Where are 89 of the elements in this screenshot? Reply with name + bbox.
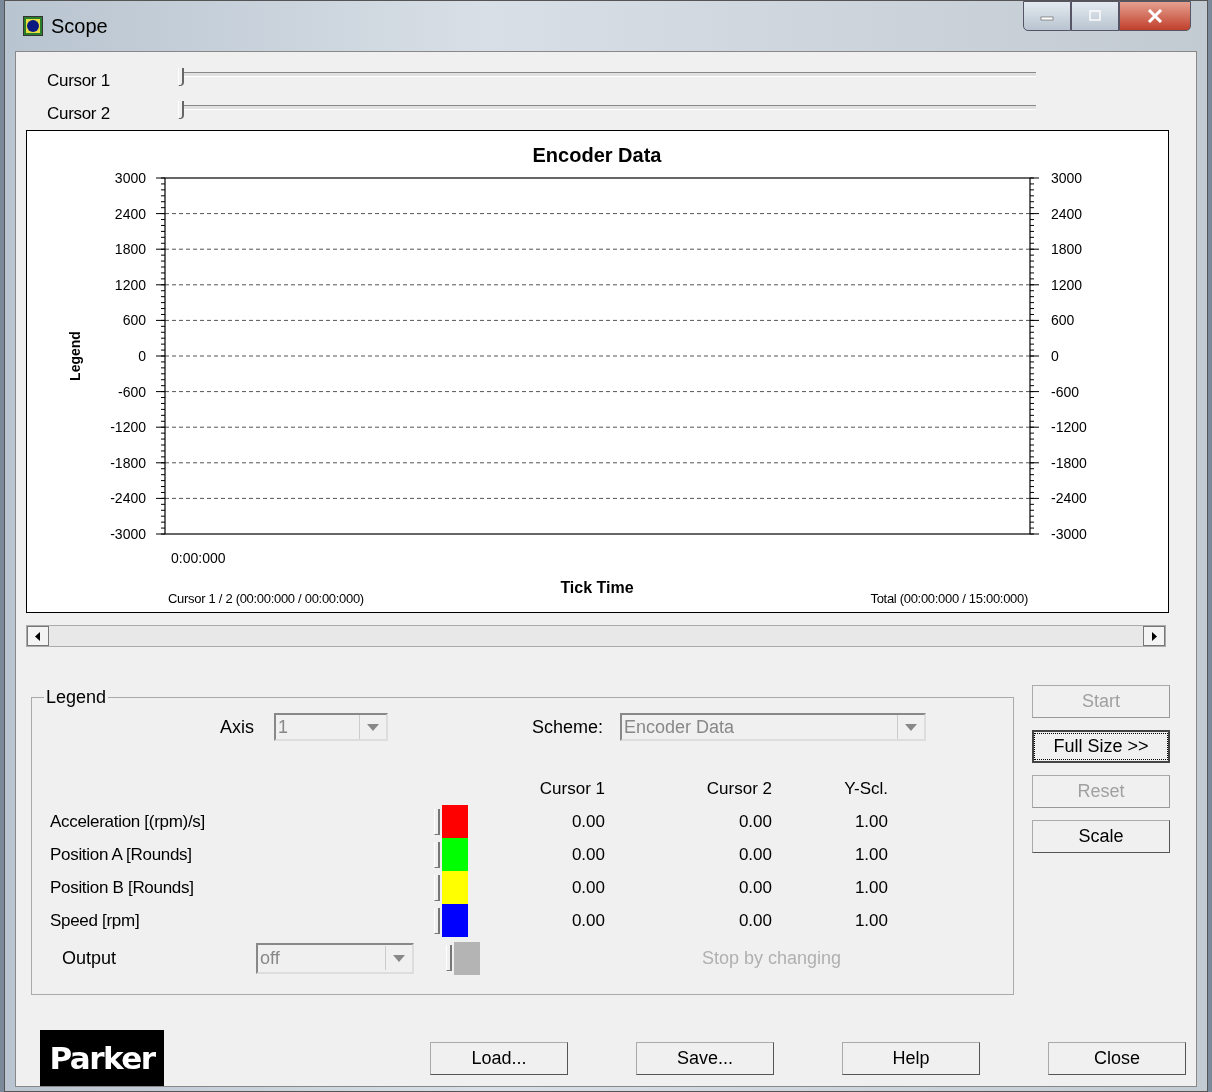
slider-thumb[interactable] [434,907,440,934]
value-text: 1.00 [853,876,888,899]
horizontal-scrollbar[interactable] [26,625,1166,647]
y-tick-label: 1200 [114,276,146,293]
close-icon [1147,9,1163,23]
scroll-left-button[interactable] [27,626,49,646]
y-axis-title: Legend [67,331,83,381]
app-icon [23,16,43,36]
value-text: 0.00 [737,876,772,899]
y-tick-label: 1200 [1051,276,1083,293]
column-header: Cursor 1 [538,777,605,800]
minimize-button[interactable] [1023,1,1071,31]
slider-thumb[interactable] [434,874,440,901]
y-tick-label: -600 [1051,383,1080,400]
cursor-label: Cursor 1 [46,70,111,91]
y-tick-label: 3000 [1051,170,1083,186]
dropdown-arrow-icon [905,723,918,731]
y-tick-label: 2400 [1051,205,1083,222]
window-title: Scope [51,14,108,38]
y-tick-label: 0 [1051,348,1059,364]
value-text: 0.00 [737,909,772,932]
y-tick-label: 1800 [1051,241,1083,258]
start-time-label: 0:00:000 [171,550,226,566]
x-axis-title: Tick Time [560,579,634,596]
slider-thumb[interactable] [178,67,184,86]
y-tick-label: -1200 [1051,419,1087,436]
scheme-label: Scheme: [532,716,604,738]
color-swatch[interactable] [442,838,468,871]
y-tick-label: 0 [138,348,146,364]
column-header: Cursor 2 [705,777,772,800]
y-tick-label: -600 [117,383,146,400]
cursor-label: Cursor 2 [46,103,111,124]
dropdown-arrow-icon [393,954,405,962]
dialog-button[interactable]: Save... [636,1041,774,1075]
value-text: 1.00 [853,909,888,932]
chart-title: Encoder Data [532,144,662,166]
right-arrow-icon [1151,631,1157,641]
axis-label: Axis [220,716,255,738]
y-tick-label: 1800 [114,241,146,258]
y-tick-label: -1800 [1051,454,1087,471]
cursor-slider[interactable] [178,100,1036,121]
value-text: 0.00 [570,810,605,833]
value-text: 0.00 [737,843,772,866]
y-tick-label: -2400 [1051,490,1087,507]
left-arrow-icon [35,631,41,641]
signal-name: Acceleration [(rpm)/s] [50,810,206,833]
dialog-button[interactable]: Close [1048,1041,1186,1075]
y-tick-label: -1200 [110,419,146,436]
brand-logo: Parker [40,1030,164,1086]
close-button[interactable] [1119,1,1191,31]
cursor-time-info: Cursor 1 / 2 (00:00:000 / 00:00:000) [168,591,364,606]
action-button[interactable]: Full Size >> [1032,730,1170,763]
y-tick-label: -2400 [110,490,146,507]
scroll-right-button[interactable] [1143,626,1165,646]
column-header: Y-Scl. [843,777,888,800]
signal-name: Position A [Rounds] [50,843,193,866]
value-text: 0.00 [570,876,605,899]
color-swatch[interactable] [442,904,468,937]
color-swatch[interactable] [442,871,468,904]
maximize-button[interactable] [1071,1,1119,31]
dialog-button[interactable]: Load... [430,1041,568,1075]
maximize-icon [1088,10,1102,22]
y-tick-label: 2400 [114,205,146,222]
y-tick-label: 600 [1051,312,1075,329]
slider-thumb[interactable] [434,808,440,835]
signal-name: Speed [rpm] [50,909,141,932]
action-button[interactable]: Scale [1032,820,1170,853]
cursor-slider[interactable] [178,67,1036,88]
dialog-button[interactable]: Help [842,1041,980,1075]
y-tick-label: 600 [122,312,146,329]
value-text: 1.00 [853,810,888,833]
y-tick-label: -3000 [1051,526,1087,542]
signal-name: Position B [Rounds] [50,876,195,899]
dropdown-arrow-icon [367,723,379,731]
slider-thumb[interactable] [446,945,452,971]
value-text: 0.00 [737,810,772,833]
color-swatch[interactable] [442,805,468,838]
y-tick-label: -3000 [110,526,146,542]
y-tick-label: -1800 [110,454,146,471]
slider-thumb[interactable] [178,100,184,119]
group-title: Legend [45,687,108,708]
y-tick-label: 3000 [114,170,146,186]
output-label: Output [61,947,118,969]
slider-thumb[interactable] [434,841,440,868]
value-text: 1.00 [853,843,888,866]
value-text: 0.00 [570,843,605,866]
hint-text: Stop by changing [702,947,842,969]
value-text: 0.00 [570,909,605,932]
total-time-info: Total (00:00:000 / 15:00:000) [870,591,1028,606]
